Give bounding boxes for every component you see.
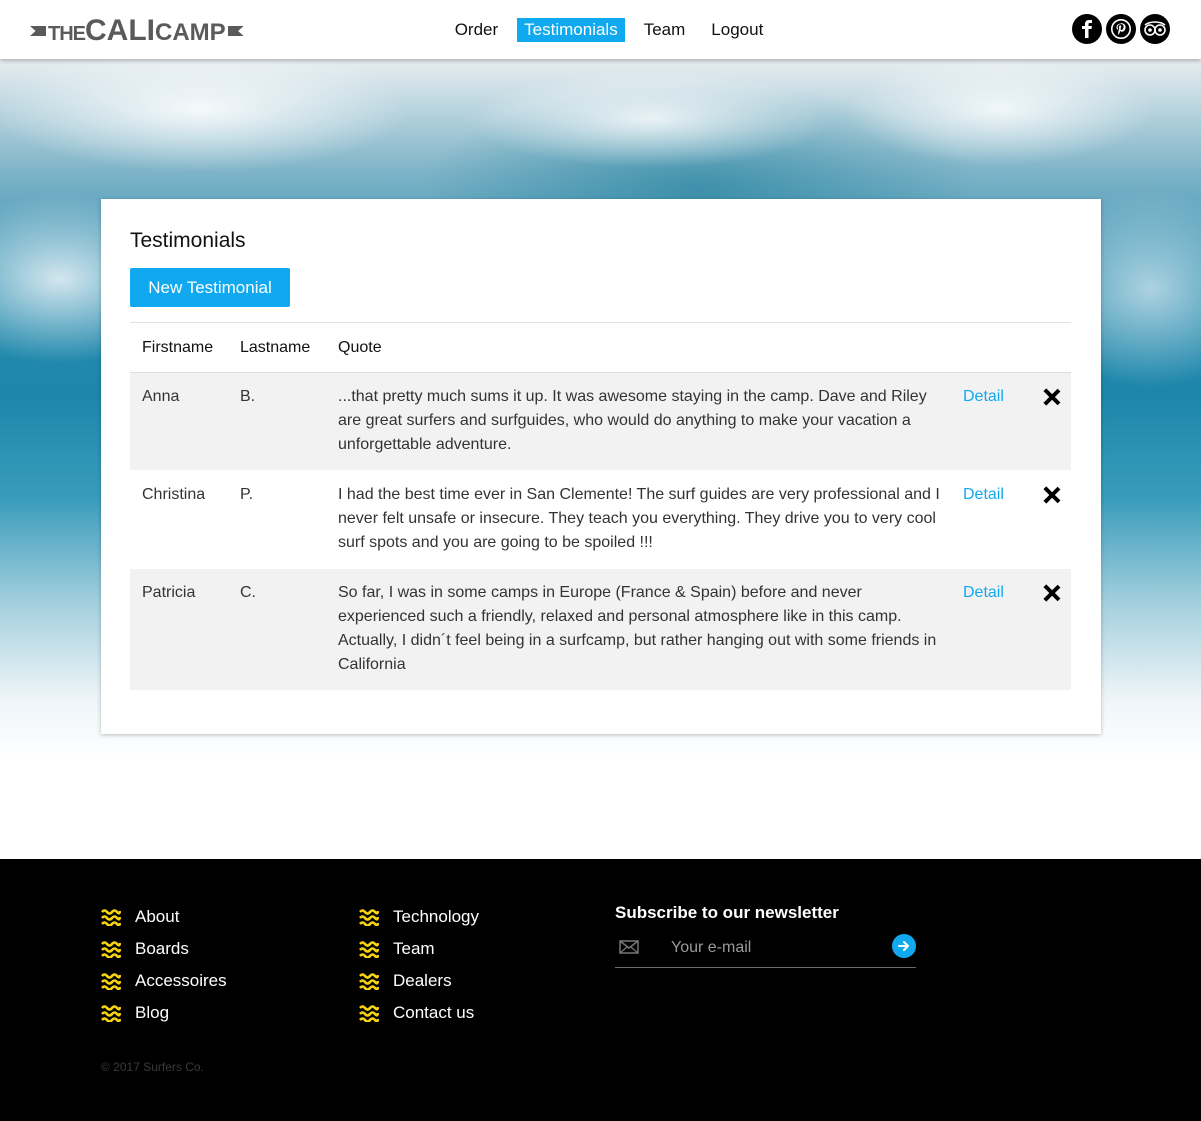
wave-icon xyxy=(101,940,121,958)
footer-link-technology[interactable]: Technology xyxy=(359,901,479,933)
footer-link-label: Team xyxy=(393,939,435,958)
cell-lastname: B. xyxy=(240,388,256,405)
cell-quote: I had the best time ever in San Clemente… xyxy=(338,486,940,551)
footer-link-dealers[interactable]: Dealers xyxy=(359,965,479,997)
wave-icon xyxy=(101,972,121,990)
cell-lastname: C. xyxy=(240,584,256,601)
delete-icon[interactable] xyxy=(1043,584,1061,602)
newsletter-email-input[interactable] xyxy=(671,935,881,961)
social-links xyxy=(1072,14,1170,44)
facebook-icon[interactable] xyxy=(1072,14,1102,44)
table-row: Patricia C. So far, I was in some camps … xyxy=(130,569,1071,691)
wave-icon xyxy=(359,1004,379,1022)
delete-icon[interactable] xyxy=(1043,486,1061,504)
cell-firstname: Patricia xyxy=(142,584,196,601)
header-firstname: Firstname xyxy=(142,338,214,356)
wave-icon xyxy=(359,908,379,926)
logo-text-the: THE xyxy=(48,22,86,45)
page-title: Testimonials xyxy=(130,229,246,252)
wave-icon xyxy=(359,972,379,990)
footer-link-label: Contact us xyxy=(393,1003,475,1022)
footer-link-label: Technology xyxy=(393,907,480,926)
site-logo[interactable]: THE CALI CAMP xyxy=(30,14,244,48)
newsletter-title: Subscribe to our newsletter xyxy=(615,903,839,922)
nav-logout[interactable]: Logout xyxy=(704,18,770,42)
wave-icon xyxy=(101,1004,121,1022)
table-row: Christina P. I had the best time ever in… xyxy=(130,471,1071,569)
footer-col-2: Technology Team Dealers Contact us xyxy=(359,901,479,1029)
mail-icon xyxy=(619,940,639,959)
delete-icon[interactable] xyxy=(1043,388,1061,406)
footer-link-boards[interactable]: Boards xyxy=(101,933,227,965)
top-header: THE CALI CAMP Order Testimonials Team Lo… xyxy=(0,0,1201,59)
nav-testimonials[interactable]: Testimonials xyxy=(517,18,625,42)
wave-icon xyxy=(101,908,121,926)
testimonials-card: Testimonials New Testimonial Firstname L… xyxy=(101,199,1101,734)
logo-flag-left-icon xyxy=(30,26,46,36)
footer-link-accessoires[interactable]: Accessoires xyxy=(101,965,227,997)
testimonials-table: Firstname Lastname Quote Anna B. ...that… xyxy=(130,322,1071,691)
footer-link-label: Blog xyxy=(135,1003,170,1022)
copyright: © 2017 Surfers Co. xyxy=(101,1060,204,1074)
cell-firstname: Anna xyxy=(142,388,180,405)
detail-link[interactable]: Detail xyxy=(963,486,1004,503)
wave-icon xyxy=(359,940,379,958)
new-testimonial-button[interactable]: New Testimonial xyxy=(130,268,290,307)
detail-link[interactable]: Detail xyxy=(963,584,1004,601)
cell-quote: So far, I was in some camps in Europe (F… xyxy=(338,584,937,673)
footer-link-about[interactable]: About xyxy=(101,901,227,933)
tripadvisor-icon[interactable] xyxy=(1140,14,1170,44)
newsletter-form xyxy=(615,930,916,968)
footer-link-label: Dealers xyxy=(393,971,452,990)
logo-flag-right-icon xyxy=(227,26,244,36)
cell-firstname: Christina xyxy=(142,486,206,503)
table-row: Anna B. ...that pretty much sums it up. … xyxy=(130,373,1071,471)
cell-quote: ...that pretty much sums it up. It was a… xyxy=(338,388,927,453)
footer-col-1: About Boards Accessoires Blog xyxy=(101,901,227,1029)
nav-order[interactable]: Order xyxy=(448,18,505,42)
footer-link-label: Boards xyxy=(135,939,189,958)
nav-team[interactable]: Team xyxy=(637,18,693,42)
logo-text-cali: CALI xyxy=(85,14,155,47)
site-footer: About Boards Accessoires Blog Technology… xyxy=(0,859,1201,1121)
detail-link[interactable]: Detail xyxy=(963,388,1004,405)
footer-link-label: Accessoires xyxy=(135,971,227,990)
footer-link-contact[interactable]: Contact us xyxy=(359,997,479,1029)
logo-text-camp: CAMP xyxy=(155,18,226,46)
cell-lastname: P. xyxy=(240,486,254,503)
pinterest-icon[interactable] xyxy=(1106,14,1136,44)
arrow-right-icon[interactable] xyxy=(892,934,916,958)
footer-link-label: About xyxy=(135,907,180,926)
header-quote: Quote xyxy=(338,338,382,356)
header-lastname: Lastname xyxy=(240,338,311,356)
table-header: Firstname Lastname Quote xyxy=(130,323,1071,373)
footer-link-blog[interactable]: Blog xyxy=(101,997,227,1029)
footer-link-team[interactable]: Team xyxy=(359,933,479,965)
